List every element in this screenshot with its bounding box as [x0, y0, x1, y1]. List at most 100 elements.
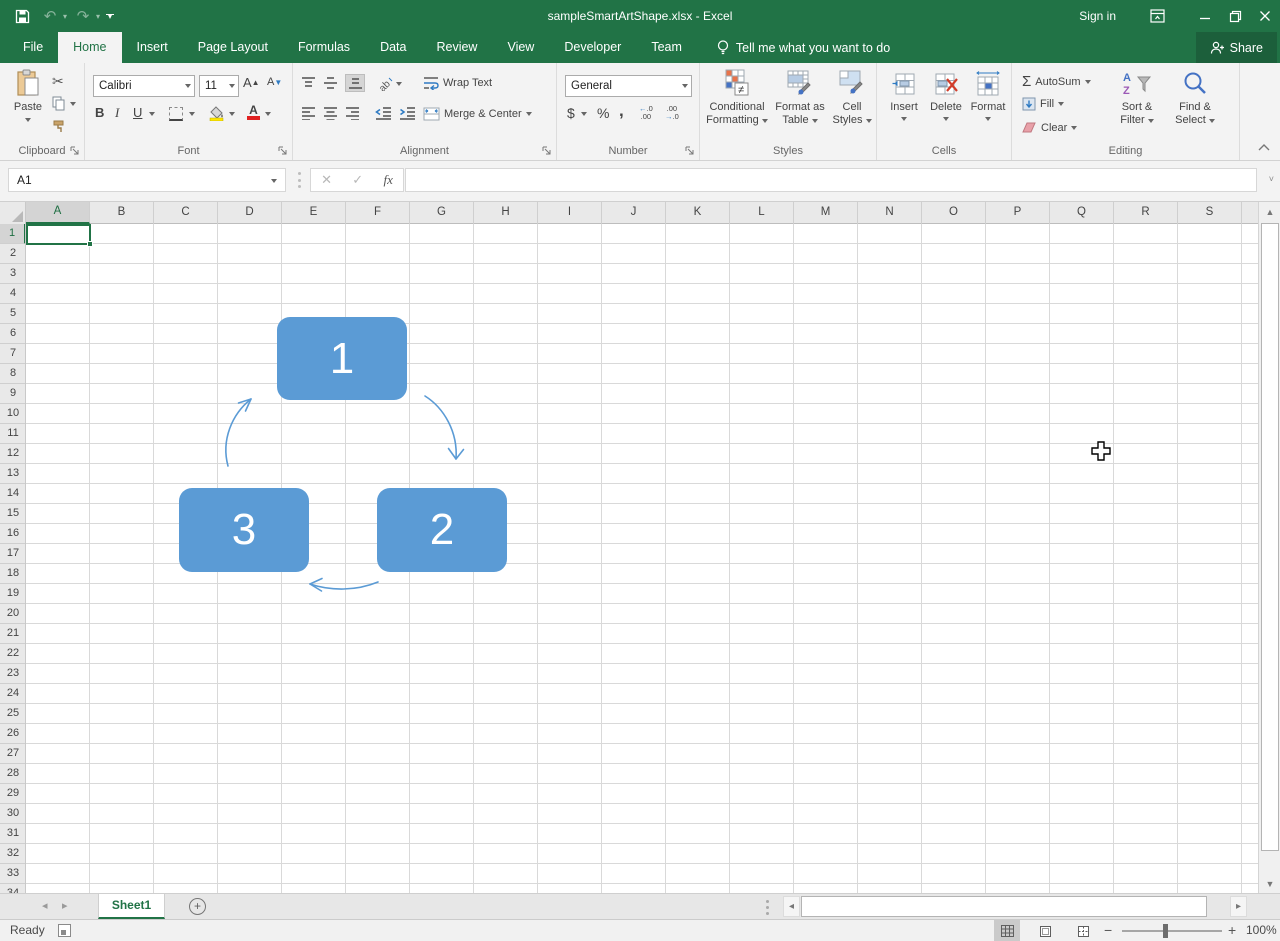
row-header-19[interactable]: 19 — [0, 584, 26, 604]
font-dialog-launcher-icon[interactable] — [278, 146, 288, 156]
delete-cells-button[interactable]: Delete — [927, 67, 965, 121]
redo-button[interactable]: ↷ — [71, 4, 95, 28]
row-header-2[interactable]: 2 — [0, 244, 26, 264]
column-header-j[interactable]: J — [602, 202, 666, 224]
column-header-l[interactable]: L — [730, 202, 794, 224]
normal-view-button[interactable] — [994, 920, 1020, 941]
row-header-34[interactable]: 34 — [0, 884, 26, 893]
row-header-8[interactable]: 8 — [0, 364, 26, 384]
vertical-scrollbar[interactable]: ▲ ▼ — [1258, 202, 1280, 893]
align-right-icon[interactable] — [345, 106, 360, 120]
row-header-6[interactable]: 6 — [0, 324, 26, 344]
row-header-31[interactable]: 31 — [0, 824, 26, 844]
copy-icon[interactable] — [52, 96, 66, 111]
column-header-s[interactable]: S — [1178, 202, 1242, 224]
column-header-b[interactable]: B — [90, 202, 154, 224]
column-header-g[interactable]: G — [410, 202, 474, 224]
tell-me-box[interactable]: Tell me what you want to do — [717, 32, 890, 63]
row-header-32[interactable]: 32 — [0, 844, 26, 864]
customize-qat-button[interactable]: ▾ — [106, 14, 114, 19]
autosum-button[interactable]: Σ AutoSum — [1022, 73, 1091, 90]
share-button[interactable]: Share — [1196, 32, 1277, 63]
tab-formulas[interactable]: Formulas — [283, 32, 365, 63]
row-header-29[interactable]: 29 — [0, 784, 26, 804]
scroll-down-icon[interactable]: ▼ — [1260, 874, 1280, 893]
macro-record-icon[interactable] — [58, 924, 71, 937]
collapse-ribbon-icon[interactable] — [1258, 142, 1270, 154]
cell-styles-button[interactable]: Cell Styles — [830, 67, 874, 127]
scroll-right-icon[interactable]: ▸ — [1230, 896, 1247, 917]
sign-in-link[interactable]: Sign in — [1079, 9, 1116, 23]
borders-dropdown-icon[interactable] — [189, 112, 195, 116]
underline-dropdown-icon[interactable] — [149, 112, 155, 116]
clear-dropdown-icon[interactable] — [1071, 126, 1077, 130]
sheet-tab-sheet1[interactable]: Sheet1 — [98, 894, 165, 919]
new-sheet-icon[interactable]: + — [189, 898, 206, 915]
formula-input[interactable] — [405, 168, 1257, 192]
row-header-14[interactable]: 14 — [0, 484, 26, 504]
restore-button[interactable] — [1220, 0, 1250, 32]
column-header-m[interactable]: M — [794, 202, 858, 224]
increase-font-icon[interactable]: A▲ — [243, 75, 260, 90]
horizontal-scroll-thumb[interactable] — [801, 896, 1207, 917]
column-header-e[interactable]: E — [282, 202, 346, 224]
row-header-12[interactable]: 12 — [0, 444, 26, 464]
bottom-align-icon[interactable] — [345, 74, 365, 92]
ribbon-display-options-icon[interactable] — [1142, 0, 1172, 32]
bold-button[interactable]: B — [95, 105, 104, 120]
column-header-d[interactable]: D — [218, 202, 282, 224]
copy-dropdown-icon[interactable] — [70, 102, 76, 106]
cancel-entry-icon[interactable]: ✕ — [321, 172, 332, 188]
confirm-entry-icon[interactable]: ✓ — [352, 172, 363, 188]
zoom-slider-track[interactable] — [1122, 930, 1222, 932]
row-header-26[interactable]: 26 — [0, 724, 26, 744]
middle-align-icon[interactable] — [323, 76, 338, 90]
format-as-table-button[interactable]: Format as Table — [772, 67, 828, 127]
row-header-1[interactable]: 1 — [0, 224, 26, 244]
tab-splitter-grip[interactable] — [766, 900, 769, 915]
zoom-slider-thumb[interactable] — [1163, 924, 1168, 938]
column-header-c[interactable]: C — [154, 202, 218, 224]
zoom-level[interactable]: 100% — [1246, 923, 1277, 937]
tab-insert[interactable]: Insert — [122, 32, 183, 63]
fill-color-dropdown-icon[interactable] — [229, 112, 235, 116]
paste-dropdown-icon[interactable] — [25, 118, 31, 122]
row-header-21[interactable]: 21 — [0, 624, 26, 644]
top-align-icon[interactable] — [301, 76, 316, 90]
delete-dropdown-icon[interactable] — [943, 117, 949, 121]
currency-icon[interactable]: $ — [567, 105, 575, 121]
row-header-23[interactable]: 23 — [0, 664, 26, 684]
save-icon[interactable] — [10, 4, 34, 28]
cut-icon[interactable]: ✂ — [52, 73, 64, 90]
alignment-dialog-launcher-icon[interactable] — [542, 146, 552, 156]
row-header-16[interactable]: 16 — [0, 524, 26, 544]
row-header-18[interactable]: 18 — [0, 564, 26, 584]
tab-developer[interactable]: Developer — [549, 32, 636, 63]
row-header-20[interactable]: 20 — [0, 604, 26, 624]
italic-button[interactable]: I — [115, 105, 119, 121]
row-header-7[interactable]: 7 — [0, 344, 26, 364]
row-header-17[interactable]: 17 — [0, 544, 26, 564]
insert-dropdown-icon[interactable] — [901, 117, 907, 121]
format-dropdown-icon[interactable] — [985, 117, 991, 121]
column-header-f[interactable]: F — [346, 202, 410, 224]
scroll-up-icon[interactable]: ▲ — [1260, 202, 1280, 221]
row-header-3[interactable]: 3 — [0, 264, 26, 284]
row-header-11[interactable]: 11 — [0, 424, 26, 444]
fill-button[interactable]: Fill — [1022, 97, 1064, 111]
autosum-dropdown-icon[interactable] — [1085, 80, 1091, 84]
zoom-in-button[interactable]: + — [1228, 922, 1236, 938]
row-header-27[interactable]: 27 — [0, 744, 26, 764]
tab-home[interactable]: Home — [58, 32, 121, 63]
fill-dropdown-icon[interactable] — [1058, 102, 1064, 106]
select-all-corner[interactable] — [0, 202, 26, 224]
page-break-view-button[interactable] — [1070, 920, 1096, 941]
find-select-button[interactable]: Find & Select — [1168, 67, 1222, 127]
currency-dropdown-icon[interactable] — [581, 112, 587, 116]
font-size-select[interactable]: 11 — [199, 75, 239, 97]
decrease-font-icon[interactable]: A▼ — [267, 76, 282, 88]
align-center-icon[interactable] — [323, 106, 338, 120]
insert-function-icon[interactable]: fx — [383, 172, 392, 188]
borders-icon[interactable] — [169, 107, 183, 121]
row-header-25[interactable]: 25 — [0, 704, 26, 724]
